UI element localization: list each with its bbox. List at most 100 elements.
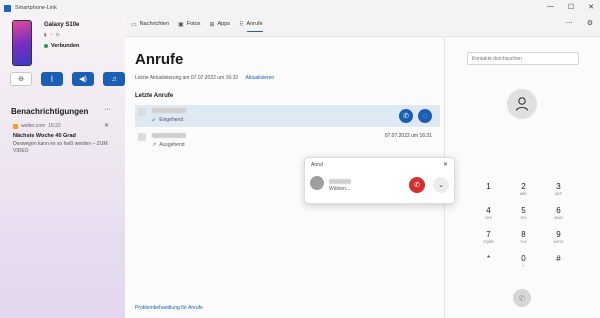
dialpad-icon: ⠿ — [239, 21, 244, 28]
contact-avatar-large — [507, 89, 537, 119]
tab-photos[interactable]: ▣ Fotos — [178, 18, 200, 30]
chevron-down-icon: ⌄ — [438, 182, 444, 189]
last-update: Letzte Aktualisierung am 07.07.2022 um 1… — [135, 75, 274, 81]
key-5[interactable]: 5 JKL — [506, 206, 541, 227]
call-row[interactable]: ↗ Ausgehend 07.07.2022 um 16:31 — [135, 130, 440, 152]
tab-label: Nachrichten — [139, 21, 170, 27]
quick-actions: ⊖ ᛒ ◀) ♫ — [10, 72, 125, 86]
key-letters: TUV — [520, 240, 527, 244]
contact-name-blurred — [152, 133, 186, 138]
tab-label: Anrufe — [246, 21, 263, 27]
notifications-more-button[interactable]: ··· — [104, 106, 111, 113]
key-6[interactable]: 6 MNO — [541, 206, 576, 227]
key-0[interactable]: 0 + — [506, 254, 541, 275]
tab-calls[interactable]: ⠿ Anrufe — [239, 18, 263, 32]
popup-title: Anruf — [311, 162, 323, 168]
contact-avatar — [138, 133, 146, 141]
page-title: Anrufe — [135, 51, 184, 68]
do-not-disturb-icon: ⊖ — [18, 76, 24, 83]
active-call-popup: Anruf ✕ Wählen... ✆ ⌄ — [304, 157, 455, 204]
tab-label: Apps — [217, 21, 231, 27]
top-right-controls: ⋯ ⚙ — [566, 19, 593, 27]
music-button[interactable]: ♫ — [103, 72, 125, 86]
expand-call-button[interactable]: ⌄ — [433, 177, 449, 193]
call-status: Wählen... — [329, 186, 351, 192]
key-4[interactable]: 4 GHI — [471, 206, 506, 227]
bluetooth-button[interactable]: ᛒ — [41, 72, 63, 86]
key-letters: ABC — [519, 192, 528, 196]
call-type-label: Ausgehend — [159, 142, 185, 148]
key-digit: 2 — [521, 182, 526, 191]
window-title: Smartphone-Link — [15, 5, 57, 11]
key-digit: * — [486, 254, 491, 263]
key-letters: + — [522, 264, 525, 268]
close-window-button[interactable]: ✕ — [588, 3, 594, 11]
tab-bar: ▭ Nachrichten ▣ Fotos ⊞ Apps ⠿ Anrufe — [131, 18, 263, 32]
do-not-disturb-button[interactable]: ⊖ — [10, 72, 32, 86]
volume-icon: ◀) — [79, 76, 87, 83]
sidebar: Galaxy S10e ▮ ◔ ⊡ Verbunden ⊖ ᛒ ◀) ♫ Ben… — [0, 16, 125, 318]
maximize-button[interactable]: ☐ — [568, 3, 574, 11]
tab-messages[interactable]: ▭ Nachrichten — [131, 18, 169, 30]
bluetooth-icon: ᛒ — [49, 75, 55, 83]
troubleshoot-link[interactable]: Problembehandlung für Anrufe — [135, 305, 203, 311]
dialer-panel: 1 2ABC 3DEF 4GHI 5JKL 6MNO 7PQRS 8TUV 9W… — [445, 36, 600, 318]
outgoing-call-icon: ↗ — [152, 142, 157, 148]
key-3[interactable]: 3 DEF — [541, 182, 576, 203]
key-letters: MNO — [554, 216, 563, 220]
key-hash[interactable]: # — [541, 254, 576, 275]
notifications-title: Benachrichtigungen — [11, 107, 89, 116]
key-7[interactable]: 7 PQRS — [471, 230, 506, 251]
refresh-link[interactable]: Aktualisieren — [246, 75, 275, 81]
key-letters: WXYZ — [553, 240, 564, 244]
message-icon: ▭ — [131, 21, 137, 28]
phone-icon: ✆ — [518, 293, 526, 303]
notification-headline: Nächste Woche 40 Grad — [13, 133, 76, 139]
key-letters: PQRS — [483, 240, 494, 244]
key-digit: # — [556, 254, 561, 263]
dial-call-button[interactable]: ✆ — [513, 289, 531, 307]
connection-status: Verbunden — [44, 43, 79, 49]
key-digit: 0 — [521, 254, 526, 263]
call-back-button[interactable]: ✆ — [399, 109, 413, 123]
tab-apps[interactable]: ⊞ Apps — [209, 18, 230, 30]
apps-icon: ⊞ — [209, 21, 215, 28]
notification-source-name: wetter.com — [21, 123, 46, 129]
call-type-label: Eingehend — [159, 117, 184, 123]
dialpad: 1 2 ABC 3 DEF 4 GHI 5 JKL 6 MNO 7 PQRS 8 TUV 9W… — [471, 182, 576, 275]
incoming-call-icon: ↙ — [152, 117, 157, 123]
close-icon[interactable]: ✕ — [443, 161, 448, 168]
message-contact-button[interactable]: ◌ — [418, 109, 432, 123]
last-update-text: Letzte Aktualisierung am 07.07.2022 um 1… — [135, 75, 239, 81]
contact-search-input[interactable] — [467, 52, 579, 65]
key-digit: 5 — [521, 206, 526, 215]
key-2[interactable]: 2 ABC — [506, 182, 541, 203]
minimize-button[interactable]: — — [547, 3, 554, 11]
call-row[interactable]: ↙ Eingehend ✆ ◌ — [135, 105, 440, 127]
person-icon — [515, 97, 529, 111]
device-status-icons: ▮ ◔ ⊡ — [44, 32, 61, 37]
key-star[interactable]: * — [471, 254, 506, 275]
notification-close-icon[interactable]: ✕ — [104, 122, 109, 129]
key-letters: GHI — [485, 216, 492, 220]
phone-image — [12, 20, 32, 66]
tab-label: Fotos — [186, 21, 201, 27]
key-digit: 8 — [521, 230, 526, 239]
weather-app-icon — [13, 123, 18, 129]
key-8[interactable]: 8 TUV — [506, 230, 541, 251]
key-9[interactable]: 9 WXYZ — [541, 230, 576, 251]
caller-avatar — [310, 176, 324, 190]
connected-dot-icon — [44, 44, 48, 48]
settings-gear-icon[interactable]: ⚙ — [587, 19, 593, 27]
title-bar: Smartphone-Link — ☐ ✕ — [0, 0, 600, 16]
key-digit: 3 — [556, 182, 561, 191]
key-digit: 4 — [486, 206, 491, 215]
key-1[interactable]: 1 — [471, 182, 506, 203]
key-digit: 9 — [556, 230, 561, 239]
notification-source: wetter.com 16:22 — [13, 123, 61, 129]
contact-avatar — [138, 108, 146, 116]
hang-up-button[interactable]: ✆ — [409, 177, 425, 193]
more-options-icon[interactable]: ⋯ — [566, 19, 573, 27]
chat-icon: ◌ — [422, 112, 428, 120]
volume-button[interactable]: ◀) — [72, 72, 94, 86]
